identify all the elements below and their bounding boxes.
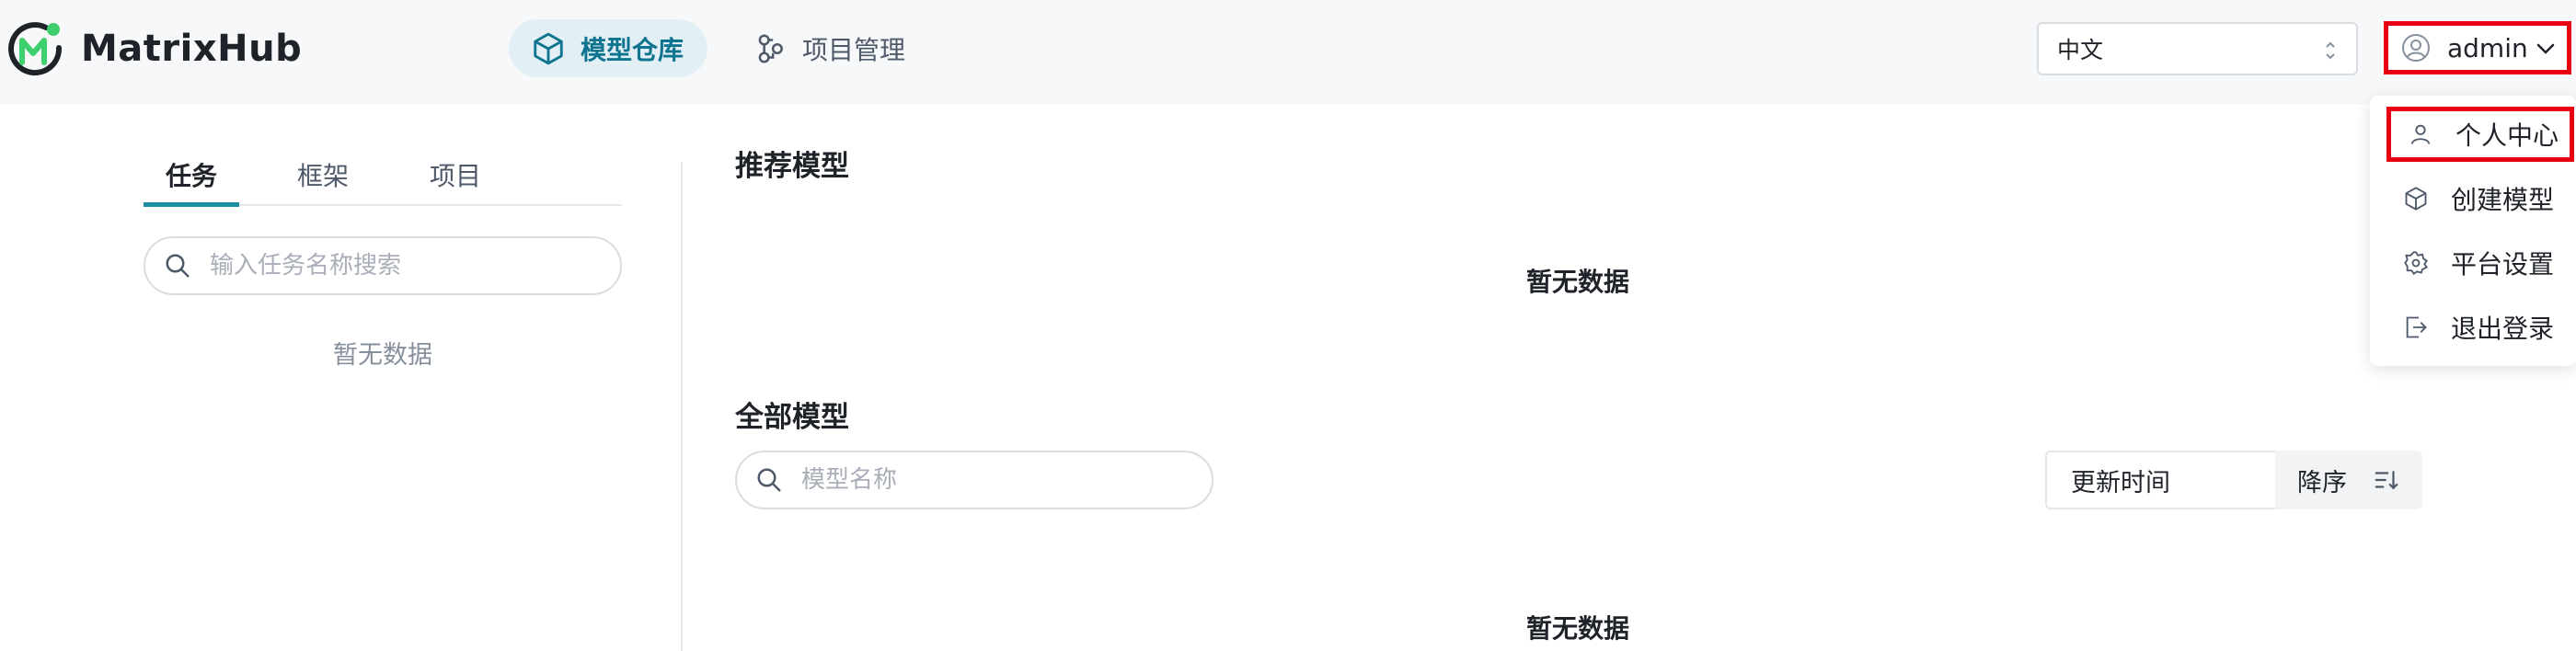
sort-descending-icon [2375,471,2398,490]
username: admin [2447,32,2528,63]
user-menu-button[interactable]: admin [2384,21,2571,74]
avatar-icon [2402,34,2430,62]
language-select[interactable]: 中文 [2037,22,2358,75]
model-search-box[interactable] [735,451,1213,509]
task-search-box[interactable] [144,236,622,295]
sidebar-empty-text: 暂无数据 [333,341,432,370]
menu-item-platform-settings[interactable]: 平台设置 [2370,235,2576,291]
tab-tasks[interactable]: 任务 [166,156,217,193]
sort-order-toggle[interactable]: 降序 [2275,451,2422,509]
sort-field-value: 更新时间 [2071,468,2170,497]
all-models-title: 全部模型 [735,401,849,434]
active-tab-indicator [144,202,239,207]
project-icon [758,33,783,63]
sort-field-select[interactable]: 更新时间 [2045,451,2275,509]
search-icon [166,254,190,278]
matrixhub-logo-icon[interactable] [6,18,64,83]
menu-item-profile[interactable]: 个人中心 [2386,107,2574,162]
tab-projects[interactable]: 项目 [430,156,481,193]
search-icon [757,468,781,492]
panel-divider [681,162,683,651]
nav-project-management[interactable]: 项目管理 [747,19,922,77]
menu-item-create-model[interactable]: 创建模型 [2370,171,2576,226]
language-selected-value: 中文 [2057,37,2104,63]
gear-icon [2404,251,2429,275]
top-header: MatrixHub 模型仓库 项目管理 中文 admin [0,0,2576,104]
brand-name[interactable]: MatrixHub [81,28,302,70]
recommended-empty-text: 暂无数据 [1525,267,1629,297]
cube-icon [2405,187,2427,211]
menu-item-label: 创建模型 [2451,185,2555,215]
menu-item-label: 平台设置 [2451,249,2555,280]
nav-model-repository[interactable]: 模型仓库 [509,19,707,77]
all-models-empty-text: 暂无数据 [1525,613,1629,644]
menu-item-logout[interactable]: 退出登录 [2370,300,2576,355]
cube-icon [534,32,563,64]
task-search-input[interactable] [208,251,580,280]
sort-order-label: 降序 [2297,468,2347,497]
recommended-models-title: 推荐模型 [735,150,849,183]
nav-model-label: 模型仓库 [581,34,684,65]
model-search-input[interactable] [799,465,1171,495]
logout-icon [2406,316,2427,338]
select-arrows-icon [2326,41,2335,60]
menu-item-label: 个人中心 [2455,120,2559,151]
user-dropdown-menu: 个人中心 创建模型 平台设置 退出登录 [2370,96,2576,366]
nav-project-label: 项目管理 [802,34,906,65]
menu-item-label: 退出登录 [2451,314,2555,344]
chevron-down-icon [2536,43,2555,54]
user-icon [2410,124,2431,144]
tab-frameworks[interactable]: 框架 [297,156,349,193]
